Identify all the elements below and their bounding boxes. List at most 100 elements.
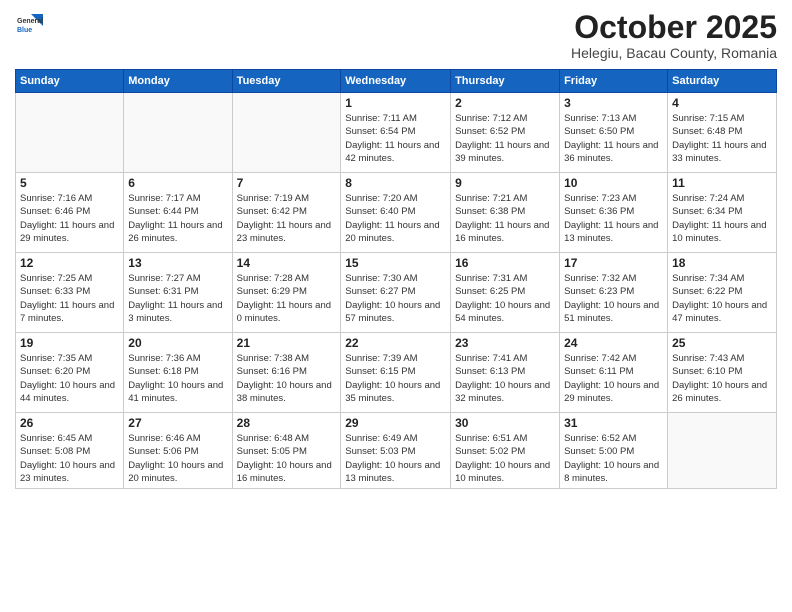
col-monday: Monday (124, 70, 232, 93)
table-row: 15 Sunrise: 7:30 AM Sunset: 6:27 PM Dayli… (341, 253, 451, 333)
table-row: 31 Sunrise: 6:52 AM Sunset: 5:00 PM Dayli… (560, 413, 668, 489)
day-info: Sunrise: 7:21 AM Sunset: 6:38 PM Dayligh… (455, 192, 555, 245)
day-number: 7 (237, 176, 337, 190)
table-row: 12 Sunrise: 7:25 AM Sunset: 6:33 PM Dayli… (16, 253, 124, 333)
logo: General Blue (15, 10, 47, 38)
day-number: 24 (564, 336, 663, 350)
table-row: 29 Sunrise: 6:49 AM Sunset: 5:03 PM Dayli… (341, 413, 451, 489)
day-info: Sunrise: 7:12 AM Sunset: 6:52 PM Dayligh… (455, 112, 555, 165)
day-info: Sunrise: 6:48 AM Sunset: 5:05 PM Dayligh… (237, 432, 337, 485)
day-info: Sunrise: 7:23 AM Sunset: 6:36 PM Dayligh… (564, 192, 663, 245)
day-number: 8 (345, 176, 446, 190)
day-number: 11 (672, 176, 772, 190)
day-number: 10 (564, 176, 663, 190)
day-number: 13 (128, 256, 227, 270)
day-info: Sunrise: 7:28 AM Sunset: 6:29 PM Dayligh… (237, 272, 337, 325)
table-row: 22 Sunrise: 7:39 AM Sunset: 6:15 PM Dayli… (341, 333, 451, 413)
day-number: 23 (455, 336, 555, 350)
day-info: Sunrise: 7:32 AM Sunset: 6:23 PM Dayligh… (564, 272, 663, 325)
col-wednesday: Wednesday (341, 70, 451, 93)
day-info: Sunrise: 7:27 AM Sunset: 6:31 PM Dayligh… (128, 272, 227, 325)
day-info: Sunrise: 7:41 AM Sunset: 6:13 PM Dayligh… (455, 352, 555, 405)
day-info: Sunrise: 6:45 AM Sunset: 5:08 PM Dayligh… (20, 432, 119, 485)
day-number: 27 (128, 416, 227, 430)
day-number: 15 (345, 256, 446, 270)
table-row: 25 Sunrise: 7:43 AM Sunset: 6:10 PM Dayli… (668, 333, 777, 413)
day-number: 12 (20, 256, 119, 270)
col-friday: Friday (560, 70, 668, 93)
day-info: Sunrise: 6:52 AM Sunset: 5:00 PM Dayligh… (564, 432, 663, 485)
day-number: 19 (20, 336, 119, 350)
col-thursday: Thursday (451, 70, 560, 93)
table-row: 2 Sunrise: 7:12 AM Sunset: 6:52 PM Daylig… (451, 93, 560, 173)
day-info: Sunrise: 7:43 AM Sunset: 6:10 PM Dayligh… (672, 352, 772, 405)
table-row (16, 93, 124, 173)
table-row: 10 Sunrise: 7:23 AM Sunset: 6:36 PM Dayli… (560, 173, 668, 253)
table-row: 6 Sunrise: 7:17 AM Sunset: 6:44 PM Daylig… (124, 173, 232, 253)
col-sunday: Sunday (16, 70, 124, 93)
day-number: 6 (128, 176, 227, 190)
page: General Blue October 2025 Helegiu, Bacau… (0, 0, 792, 612)
table-row (232, 93, 341, 173)
day-number: 14 (237, 256, 337, 270)
table-row: 19 Sunrise: 7:35 AM Sunset: 6:20 PM Dayli… (16, 333, 124, 413)
table-row (668, 413, 777, 489)
table-row: 3 Sunrise: 7:13 AM Sunset: 6:50 PM Daylig… (560, 93, 668, 173)
day-number: 16 (455, 256, 555, 270)
day-number: 31 (564, 416, 663, 430)
table-row: 28 Sunrise: 6:48 AM Sunset: 5:05 PM Dayli… (232, 413, 341, 489)
table-row: 23 Sunrise: 7:41 AM Sunset: 6:13 PM Dayli… (451, 333, 560, 413)
col-tuesday: Tuesday (232, 70, 341, 93)
day-number: 30 (455, 416, 555, 430)
day-number: 1 (345, 96, 446, 110)
table-row: 7 Sunrise: 7:19 AM Sunset: 6:42 PM Daylig… (232, 173, 341, 253)
table-row: 14 Sunrise: 7:28 AM Sunset: 6:29 PM Dayli… (232, 253, 341, 333)
day-info: Sunrise: 7:13 AM Sunset: 6:50 PM Dayligh… (564, 112, 663, 165)
day-info: Sunrise: 7:36 AM Sunset: 6:18 PM Dayligh… (128, 352, 227, 405)
table-row: 9 Sunrise: 7:21 AM Sunset: 6:38 PM Daylig… (451, 173, 560, 253)
day-info: Sunrise: 6:51 AM Sunset: 5:02 PM Dayligh… (455, 432, 555, 485)
day-info: Sunrise: 7:30 AM Sunset: 6:27 PM Dayligh… (345, 272, 446, 325)
day-info: Sunrise: 7:35 AM Sunset: 6:20 PM Dayligh… (20, 352, 119, 405)
table-row: 21Sunrise: 7:38 AM Sunset: 6:16 PM Dayli… (232, 333, 341, 413)
logo-icon: General Blue (15, 10, 43, 38)
table-row: 8Sunrise: 7:20 AM Sunset: 6:40 PM Daylig… (341, 173, 451, 253)
day-info: Sunrise: 7:11 AM Sunset: 6:54 PM Dayligh… (345, 112, 446, 165)
day-number: 18 (672, 256, 772, 270)
table-row: 24Sunrise: 7:42 AM Sunset: 6:11 PM Dayli… (560, 333, 668, 413)
day-info: Sunrise: 7:24 AM Sunset: 6:34 PM Dayligh… (672, 192, 772, 245)
table-row (124, 93, 232, 173)
table-row: 11 Sunrise: 7:24 AM Sunset: 6:34 PM Dayli… (668, 173, 777, 253)
table-row: 5Sunrise: 7:16 AM Sunset: 6:46 PM Daylig… (16, 173, 124, 253)
title-section: October 2025 Helegiu, Bacau County, Roma… (571, 10, 777, 61)
day-info: Sunrise: 7:17 AM Sunset: 6:44 PM Dayligh… (128, 192, 227, 245)
table-row: 20 Sunrise: 7:36 AM Sunset: 6:18 PM Dayli… (124, 333, 232, 413)
day-info: Sunrise: 7:19 AM Sunset: 6:42 PM Dayligh… (237, 192, 337, 245)
day-number: 28 (237, 416, 337, 430)
day-number: 9 (455, 176, 555, 190)
day-number: 3 (564, 96, 663, 110)
day-number: 22 (345, 336, 446, 350)
table-row: 30 Sunrise: 6:51 AM Sunset: 5:02 PM Dayli… (451, 413, 560, 489)
table-row: 18Sunrise: 7:34 AM Sunset: 6:22 PM Dayli… (668, 253, 777, 333)
day-info: Sunrise: 7:39 AM Sunset: 6:15 PM Dayligh… (345, 352, 446, 405)
svg-text:Blue: Blue (17, 27, 32, 34)
day-number: 20 (128, 336, 227, 350)
day-info: Sunrise: 7:31 AM Sunset: 6:25 PM Dayligh… (455, 272, 555, 325)
day-info: Sunrise: 6:49 AM Sunset: 5:03 PM Dayligh… (345, 432, 446, 485)
day-number: 2 (455, 96, 555, 110)
day-info: Sunrise: 7:25 AM Sunset: 6:33 PM Dayligh… (20, 272, 119, 325)
day-info: Sunrise: 7:38 AM Sunset: 6:16 PM Dayligh… (237, 352, 337, 405)
day-info: Sunrise: 7:15 AM Sunset: 6:48 PM Dayligh… (672, 112, 772, 165)
day-number: 25 (672, 336, 772, 350)
table-row: 16 Sunrise: 7:31 AM Sunset: 6:25 PM Dayli… (451, 253, 560, 333)
table-row: 26Sunrise: 6:45 AM Sunset: 5:08 PM Dayli… (16, 413, 124, 489)
day-number: 29 (345, 416, 446, 430)
calendar-header-row: Sunday Monday Tuesday Wednesday Thursday… (16, 70, 777, 93)
table-row: 17Sunrise: 7:32 AM Sunset: 6:23 PM Dayli… (560, 253, 668, 333)
day-info: Sunrise: 6:46 AM Sunset: 5:06 PM Dayligh… (128, 432, 227, 485)
table-row: 27 Sunrise: 6:46 AM Sunset: 5:06 PM Dayli… (124, 413, 232, 489)
location: Helegiu, Bacau County, Romania (571, 45, 777, 61)
svg-text:General: General (17, 18, 43, 25)
calendar: Sunday Monday Tuesday Wednesday Thursday… (15, 69, 777, 489)
